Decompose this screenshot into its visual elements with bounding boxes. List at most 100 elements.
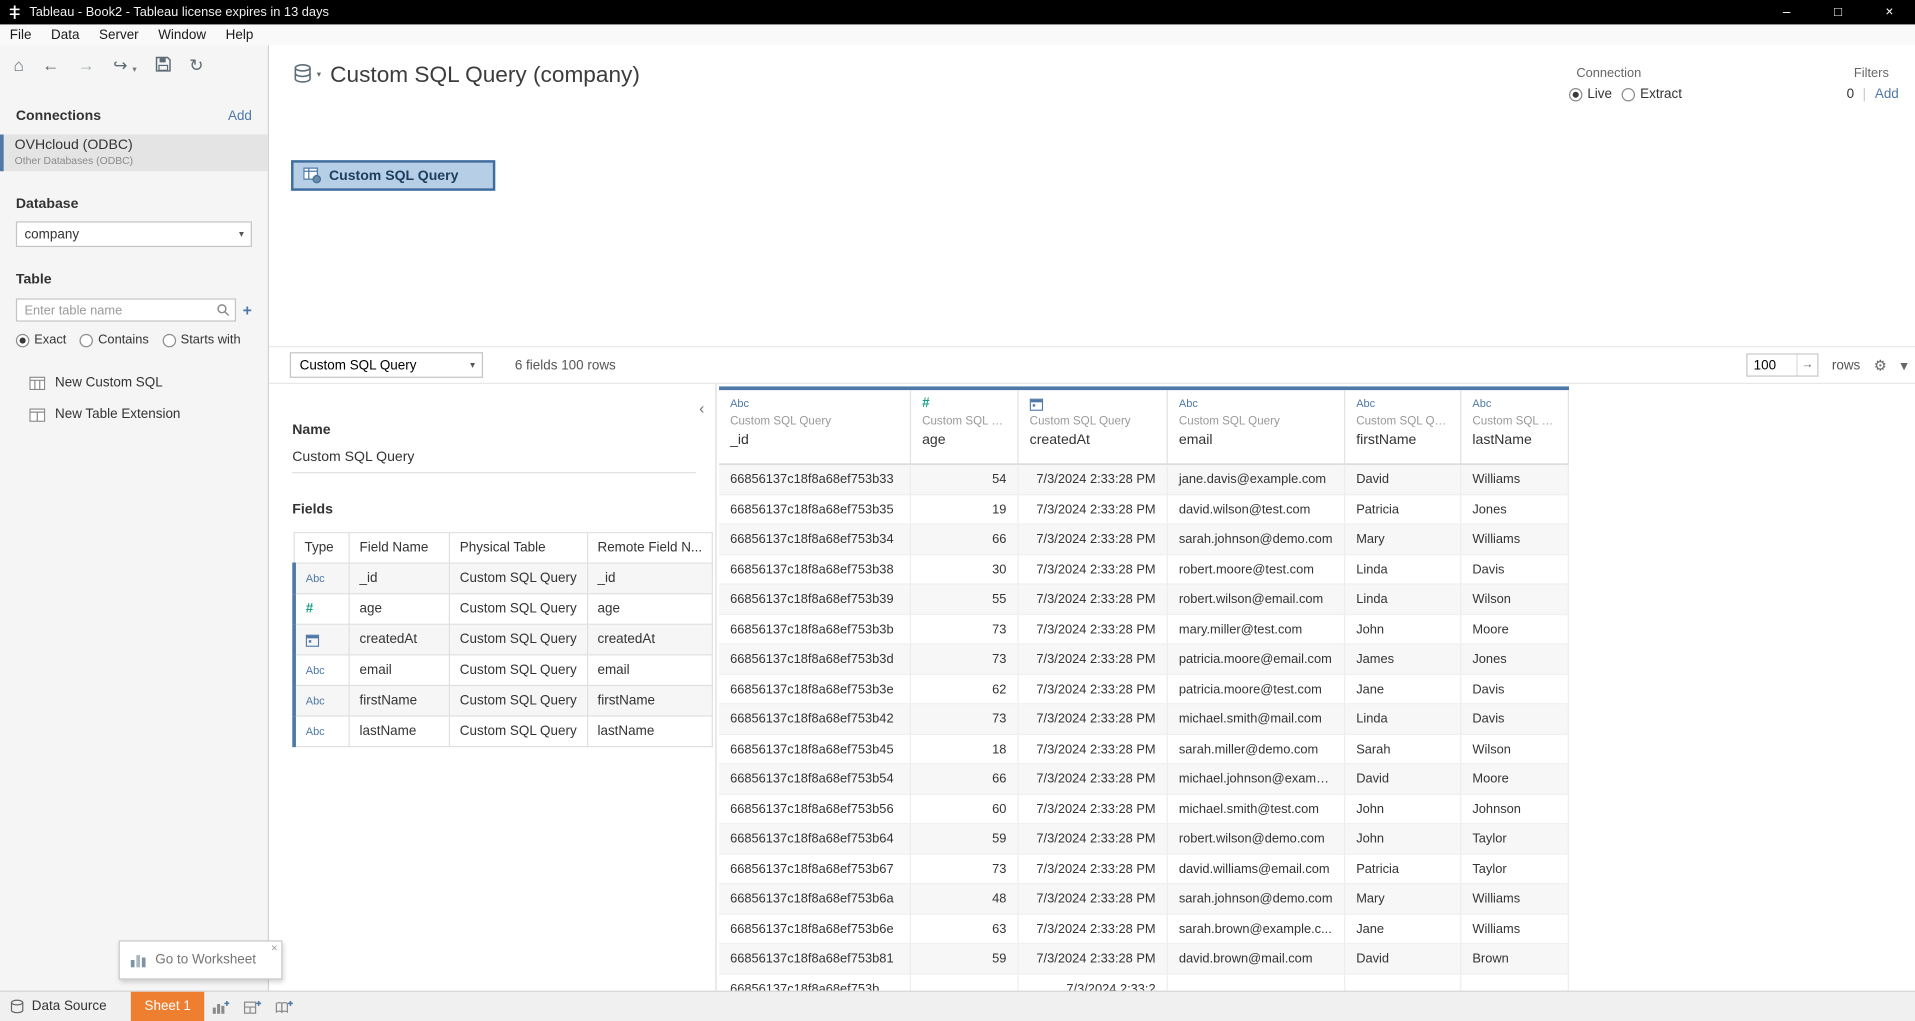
add-connection-link[interactable]: Add: [228, 109, 252, 124]
table-row[interactable]: 66856137c18f8a68ef753b45187/3/2024 2:33:…: [719, 734, 1569, 764]
table-row[interactable]: 66856137c18f8a68ef753b35197/3/2024 2:33:…: [719, 495, 1569, 525]
add-table-plus-icon[interactable]: +: [243, 301, 252, 319]
fields-table: Type Field Name Physical Table Remote Fi…: [292, 532, 713, 747]
table-row[interactable]: 66856137c18f8a68ef753b54667/3/2024 2:33:…: [719, 764, 1569, 794]
apply-rows-button[interactable]: →: [1796, 355, 1817, 376]
search-icon: [217, 303, 230, 316]
table-row[interactable]: 66856137c18f8a68ef753b56607/3/2024 2:33:…: [719, 794, 1569, 824]
table-row[interactable]: 66856137c18f8a68ef753b64597/3/2024 2:33:…: [719, 824, 1569, 854]
cell-_id: 66856137c18f8a68ef753b35: [719, 495, 911, 525]
cell-email: sarah.johnson@demo.com: [1168, 884, 1345, 914]
back-icon[interactable]: ←: [42, 56, 59, 73]
date-type-icon: [306, 632, 319, 647]
database-select[interactable]: company ▾: [16, 221, 252, 247]
radio-exact[interactable]: Exact: [16, 333, 66, 348]
cell-lastName: Wilson: [1461, 734, 1569, 764]
column-header-lastName[interactable]: AbcCustom SQL Que...lastName: [1461, 390, 1569, 465]
collapse-panel-icon[interactable]: ‹: [699, 399, 704, 417]
table-row[interactable]: 66856137c18f8a68ef753b6e637/3/2024 2:33:…: [719, 914, 1569, 944]
table-row[interactable]: 66856137c18f8a68ef753b42737/3/2024 2:33:…: [719, 704, 1569, 734]
column-header-createdAt[interactable]: Custom SQL QuerycreatedAt: [1019, 390, 1168, 465]
table-row[interactable]: 66856137c18f8a68ef753b38307/3/2024 2:33:…: [719, 555, 1569, 585]
tableau-window: Tableau - Book2 - Tableau license expire…: [0, 0, 1915, 1021]
cell-lastName: Moore: [1461, 764, 1569, 794]
cell-_id: 66856137c18f8a68ef753b: [719, 974, 911, 991]
minimize-button[interactable]: –: [1761, 0, 1812, 24]
cell-age: 59: [911, 944, 1019, 974]
fields-rows-info: 6 fields 100 rows: [515, 358, 616, 373]
table-row[interactable]: 66856137c18f8a68ef753b34667/3/2024 2:33:…: [719, 525, 1569, 555]
cell-email: michael.smith@test.com: [1168, 794, 1345, 824]
column-header-firstName[interactable]: AbcCustom SQL Que...firstName: [1345, 390, 1461, 465]
number-type-icon: #: [306, 602, 313, 617]
rows-count-input[interactable]: [1747, 355, 1796, 376]
table-row[interactable]: 66856137c18f8a68ef753b3e627/3/2024 2:33:…: [719, 674, 1569, 704]
radio-live[interactable]: Live: [1569, 87, 1612, 102]
new-dashboard-button[interactable]: [236, 992, 268, 1021]
table-select-dropdown[interactable]: Custom SQL Query ▾: [290, 352, 483, 378]
menu-file[interactable]: File: [0, 24, 41, 45]
field-row[interactable]: AbcfirstNameCustom SQL QueryfirstName: [294, 685, 712, 716]
settings-gear-icon[interactable]: ⚙: [1874, 356, 1887, 373]
field-row[interactable]: AbcemailCustom SQL Queryemail: [294, 655, 712, 686]
column-header-age[interactable]: #Custom SQL Que...age: [911, 390, 1019, 465]
table-row[interactable]: 66856137c18f8a68ef753b33547/3/2024 2:33:…: [719, 465, 1569, 495]
home-icon[interactable]: ⌂: [13, 56, 23, 73]
menu-window[interactable]: Window: [148, 24, 215, 45]
cell-firstName: John: [1345, 824, 1461, 854]
table-row[interactable]: 66856137c18f8a68ef753b3d737/3/2024 2:33:…: [719, 644, 1569, 674]
new-custom-sql-link[interactable]: New Custom SQL: [0, 367, 268, 399]
radio-extract[interactable]: Extract: [1622, 87, 1682, 102]
field-row[interactable]: Abc_idCustom SQL Query_id: [294, 563, 712, 594]
go-to-worksheet-callout[interactable]: Go to Worksheet ×: [119, 940, 283, 979]
close-button[interactable]: ×: [1864, 0, 1915, 24]
save-icon[interactable]: [155, 56, 171, 72]
connection-item[interactable]: OVHcloud (ODBC) Other Databases (ODBC): [0, 135, 268, 172]
table-search-input[interactable]: [24, 303, 213, 318]
table-row[interactable]: 66856137c18f8a68ef753b7/3/2024 2:33:2: [719, 974, 1569, 991]
new-story-button[interactable]: [268, 992, 300, 1021]
close-icon[interactable]: ×: [271, 942, 277, 954]
cell-age: 73: [911, 854, 1019, 884]
filters-count: 0: [1847, 87, 1854, 102]
column-header-_id[interactable]: AbcCustom SQL Query_id: [719, 390, 911, 465]
field-row[interactable]: AbclastNameCustom SQL QuerylastName: [294, 716, 712, 747]
table-row[interactable]: 66856137c18f8a68ef753b39557/3/2024 2:33:…: [719, 585, 1569, 615]
filters-add-link[interactable]: Add: [1875, 87, 1899, 102]
radio-starts-with[interactable]: Starts with: [162, 333, 240, 348]
cell-lastName: Taylor: [1461, 824, 1569, 854]
datasource-title[interactable]: Custom SQL Query (company): [330, 61, 640, 88]
cell-_id: 66856137c18f8a68ef753b3b: [719, 615, 911, 645]
menu-help[interactable]: Help: [216, 24, 263, 45]
radio-contains[interactable]: Contains: [80, 333, 149, 348]
table-row[interactable]: 66856137c18f8a68ef753b3b737/3/2024 2:33:…: [719, 615, 1569, 645]
column-header-email[interactable]: AbcCustom SQL Queryemail: [1168, 390, 1345, 465]
cell-firstName: Jane: [1345, 914, 1461, 944]
new-worksheet-button[interactable]: [204, 992, 236, 1021]
chevron-down-icon[interactable]: ▾: [317, 69, 321, 79]
menu-data[interactable]: Data: [41, 24, 89, 45]
menu-server[interactable]: Server: [89, 24, 148, 45]
table-row[interactable]: 66856137c18f8a68ef753b6a487/3/2024 2:33:…: [719, 884, 1569, 914]
field-row[interactable]: #ageCustom SQL Queryage: [294, 594, 712, 625]
chevron-down-icon[interactable]: ▾: [132, 65, 136, 75]
tab-sheet1[interactable]: Sheet 1: [131, 992, 204, 1021]
cell-firstName: Patricia: [1345, 495, 1461, 525]
table-row[interactable]: 66856137c18f8a68ef753b81597/3/2024 2:33:…: [719, 944, 1569, 974]
refresh-icon[interactable]: ↻: [189, 56, 203, 73]
redo-icon[interactable]: ↪: [113, 56, 127, 73]
col-remote-field: Remote Field N...: [587, 533, 712, 564]
chevron-down-icon[interactable]: ▾: [1900, 356, 1907, 373]
new-table-extension-link[interactable]: New Table Extension: [0, 399, 268, 431]
custom-sql-table-node[interactable]: Custom SQL Query: [291, 160, 495, 191]
table-name-field[interactable]: Custom SQL Query: [292, 450, 696, 473]
physical-table: Custom SQL Query: [449, 685, 587, 716]
maximize-button[interactable]: □: [1812, 0, 1863, 24]
field-row[interactable]: createdAtCustom SQL QuerycreatedAt: [294, 624, 712, 655]
table-row[interactable]: 66856137c18f8a68ef753b67737/3/2024 2:33:…: [719, 854, 1569, 884]
tab-data-source[interactable]: Data Source: [0, 992, 119, 1021]
cell-age: 19: [911, 495, 1019, 525]
field-name: firstName: [349, 685, 449, 716]
datasource-header: ▾ Custom SQL Query (company) Connection …: [269, 45, 1915, 110]
forward-icon[interactable]: →: [78, 56, 95, 73]
